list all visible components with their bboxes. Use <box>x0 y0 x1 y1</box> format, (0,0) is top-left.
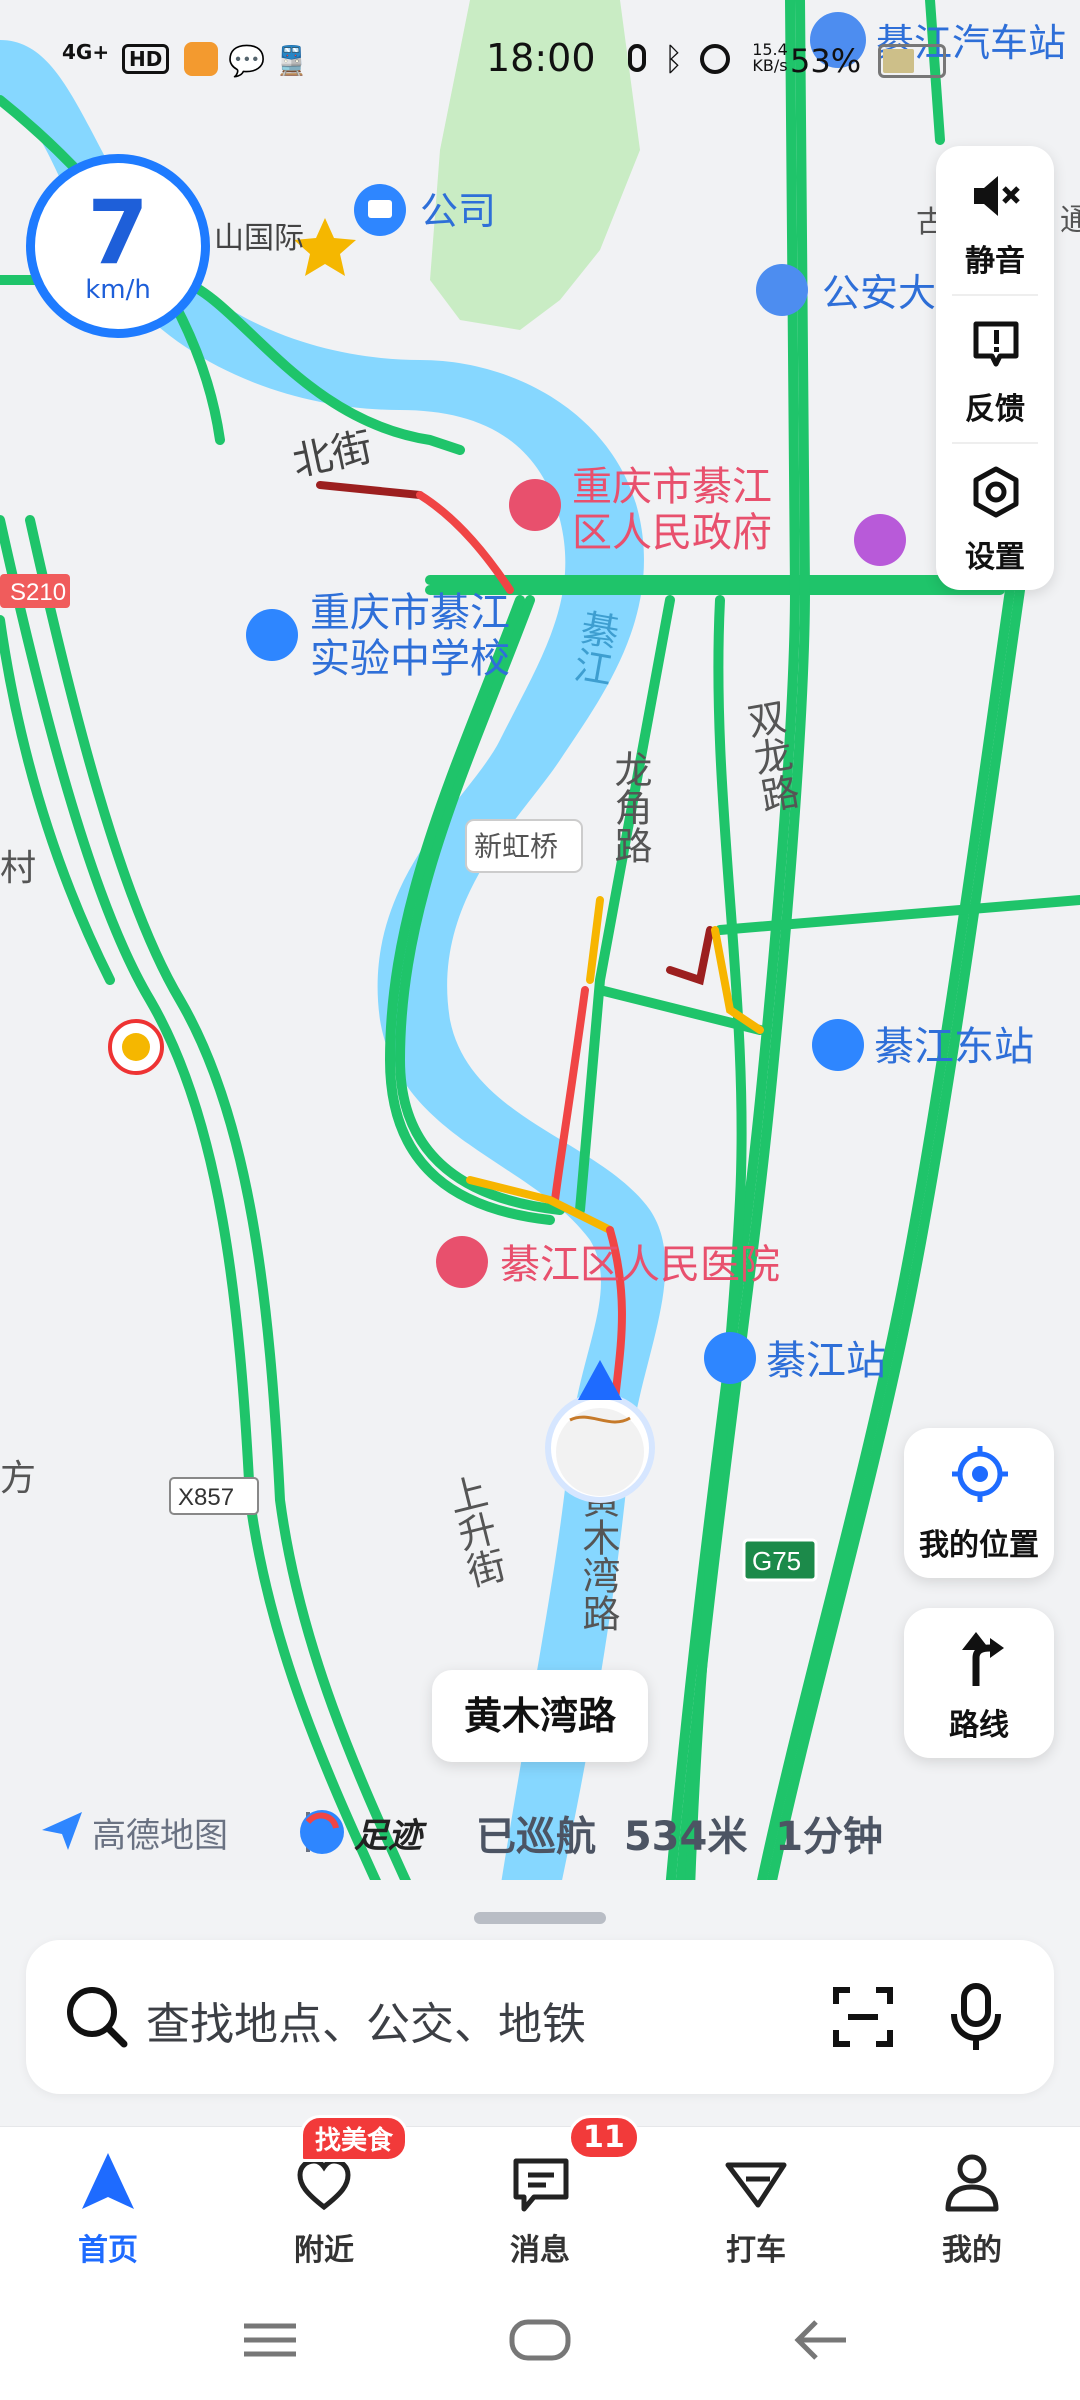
hotel-pin-icon <box>854 514 906 566</box>
home-arrow-icon <box>82 2153 134 2209</box>
feedback-button[interactable]: 反馈 <box>936 294 1054 442</box>
cruise-summary: 已巡航 534米 1分钟 <box>476 1814 884 1860</box>
tab-nearby[interactable]: 找美食 附近 <box>216 2115 432 2281</box>
feedback-label: 反馈 <box>965 392 1025 427</box>
status-bar: 4G+ HD 💬 🚆 18:00 ᛒ 15.4 KB/s 53% <box>0 0 1080 120</box>
home-nav-icon[interactable] <box>508 2316 572 2364</box>
search-bar[interactable]: 查找地点、公交、地铁 <box>26 1940 1054 2094</box>
battery-percent: 53% <box>790 42 862 80</box>
search-icon <box>67 1987 128 2048</box>
s210-label: S210 <box>10 579 66 606</box>
mic-status-icon <box>628 44 646 72</box>
tab-messages[interactable]: 11 消息 <box>432 2115 648 2281</box>
east-station-label: 綦江东站 <box>874 1024 1034 1070</box>
tab-home-label: 首页 <box>78 2233 138 2268</box>
settings-label: 设置 <box>965 540 1025 575</box>
search-placeholder: 查找地点、公交、地铁 <box>146 1999 586 2050</box>
bridge-label: 新虹桥 <box>474 830 558 863</box>
edge-cun-label: 村 <box>0 848 36 889</box>
intl-label: 山国际 <box>214 221 304 256</box>
route-button[interactable]: 路线 <box>904 1608 1054 1758</box>
nearby-badge: 找美食 <box>300 2115 409 2162</box>
heart-icon <box>297 2158 351 2211</box>
speed-value: 7 <box>87 181 149 284</box>
mute-button[interactable]: 静音 <box>936 146 1054 294</box>
hospital-label: 綦江区人民医院 <box>500 1242 780 1288</box>
my-location-label: 我的位置 <box>919 1528 1039 1563</box>
sheet-drag-handle[interactable] <box>474 1912 606 1924</box>
net-speed: 15.4 KB/s <box>744 42 796 74</box>
back-icon[interactable] <box>794 2316 850 2364</box>
user-icon <box>945 2154 999 2212</box>
bridge-label-box: 新虹桥 <box>465 819 583 873</box>
footprint-logo-icon <box>300 1810 344 1854</box>
system-nav-bar <box>0 2280 1080 2400</box>
police-pin-icon <box>756 264 808 316</box>
menu-icon[interactable] <box>240 2320 300 2360</box>
partner-name: 足迹 <box>354 1816 422 1856</box>
net-speed-unit: KB/s <box>752 56 788 75</box>
longjiao-road-label: 龙角路 <box>608 750 652 864</box>
speaker-mute-icon <box>974 176 1020 216</box>
x857-shield: X857 <box>169 1477 259 1515</box>
hospital-pin-icon <box>436 1236 488 1288</box>
company-label: 公司 <box>420 189 496 233</box>
locate-crosshair-icon <box>952 1446 1008 1502</box>
edge-tong-label: 通 <box>1060 203 1080 238</box>
microphone-icon[interactable] <box>948 1982 1004 2052</box>
app-notification-icon <box>184 42 218 76</box>
amap-logo-icon <box>42 1812 82 1850</box>
battery-icon <box>878 44 946 78</box>
east-station-pin-icon <box>812 1019 864 1071</box>
network-indicator: 4G+ <box>62 40 110 64</box>
school-label-line1: 重庆市綦江 <box>310 590 510 636</box>
settings-button[interactable]: 设置 <box>936 442 1054 590</box>
tab-nearby-label: 附近 <box>294 2233 354 2268</box>
route-label: 路线 <box>949 1708 1009 1743</box>
gov-label-line2: 区人民政府 <box>572 510 772 556</box>
gov-label-line1: 重庆市綦江 <box>572 464 772 510</box>
s210-shield: S210 <box>0 574 70 608</box>
current-road-label: 黄木湾路 <box>432 1670 648 1762</box>
speed-indicator: 7 km/h <box>26 154 210 338</box>
feedback-icon <box>973 321 1019 367</box>
g75-shield: G75 <box>742 1538 818 1582</box>
message-icon <box>513 2158 569 2212</box>
tab-taxi[interactable]: 打车 <box>648 2127 864 2281</box>
station-pin-icon <box>704 1332 756 1384</box>
clock: 18:00 <box>486 36 596 80</box>
tab-messages-label: 消息 <box>510 2233 570 2268</box>
mute-label: 静音 <box>965 244 1025 279</box>
cruise-info-bar: 高德地图 足迹 已巡航 534米 1分钟 <box>40 1802 1040 1862</box>
route-turn-icon <box>962 1632 1004 1686</box>
messages-badge: 11 <box>568 2115 640 2160</box>
speed-unit: km/h <box>85 275 151 305</box>
station-label: 綦江站 <box>766 1338 886 1384</box>
gov-star-pin-icon <box>509 479 561 531</box>
scan-icon[interactable] <box>832 1986 894 2048</box>
brand-name: 高德地图 <box>92 1816 228 1856</box>
edge-fang-label: 方 <box>0 1458 36 1499</box>
police-label: 公安大 <box>822 271 936 315</box>
school-label-line2: 实验中学校 <box>310 636 510 682</box>
settings-hexagon-icon <box>973 466 1019 518</box>
tab-home[interactable]: 首页 <box>0 2127 216 2281</box>
tab-profile-label: 我的 <box>942 2233 1002 2268</box>
x857-label: X857 <box>178 1484 234 1511</box>
my-location-button[interactable]: 我的位置 <box>904 1428 1054 1578</box>
school-pin-icon <box>246 609 298 661</box>
map-controls: 静音 反馈 设置 <box>936 146 1054 590</box>
wechat-icon: 💬 <box>228 44 266 79</box>
train-icon: 🚆 <box>274 44 309 77</box>
bottom-tab-bar: 首页 找美食 附近 11 消息 打车 我的 <box>0 2115 1080 2281</box>
tab-taxi-label: 打车 <box>726 2233 786 2268</box>
taxi-icon <box>725 2162 787 2208</box>
alarm-icon <box>700 44 730 74</box>
g75-label: G75 <box>752 1546 801 1576</box>
hd-indicator: HD <box>122 44 170 74</box>
bluetooth-icon: ᛒ <box>664 40 684 78</box>
tab-profile[interactable]: 我的 <box>864 2127 1080 2281</box>
